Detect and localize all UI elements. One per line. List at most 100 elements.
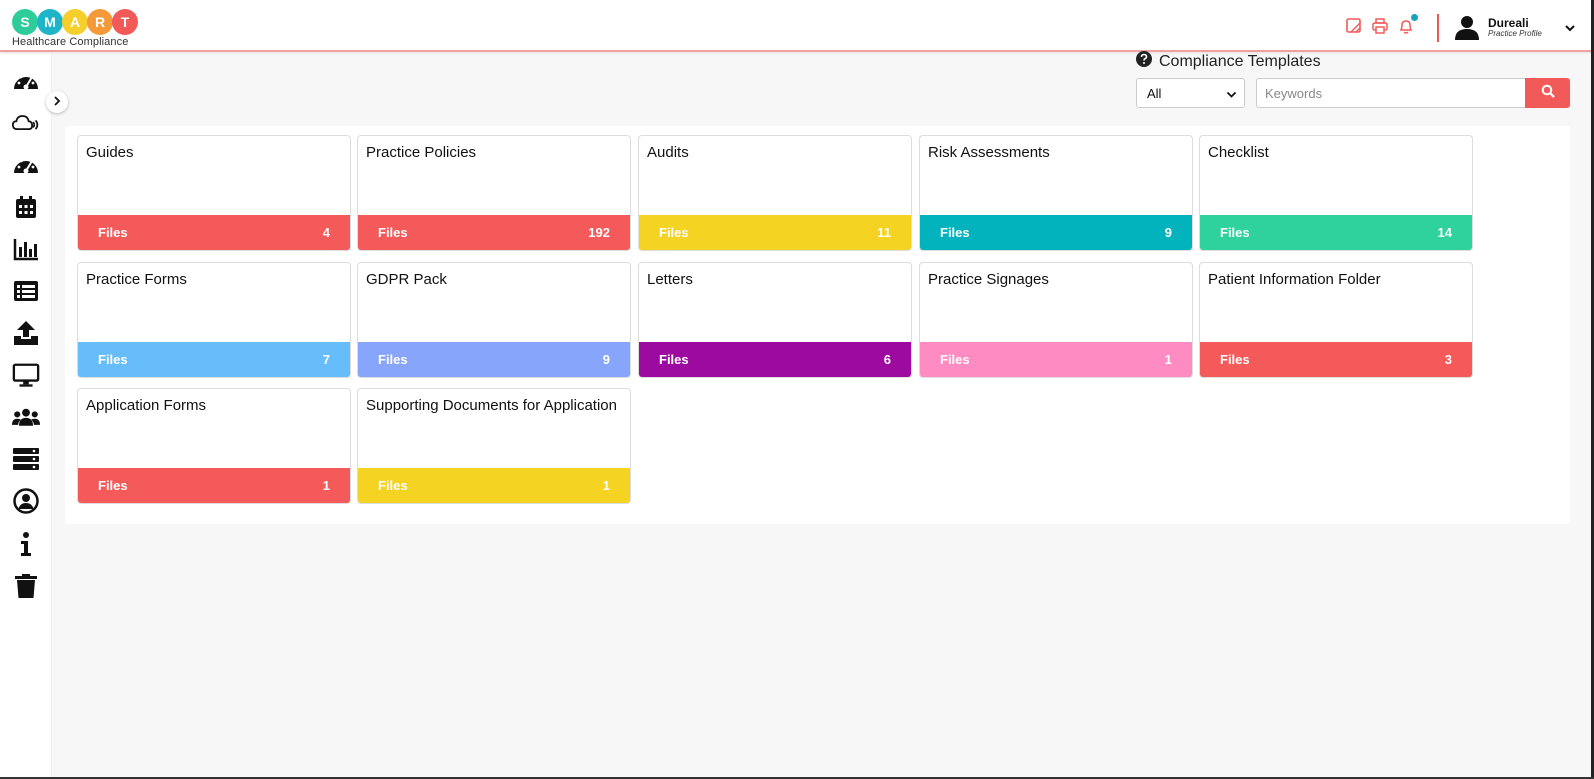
user-circle-icon[interactable] — [12, 487, 40, 515]
files-label: Files — [98, 352, 128, 367]
template-card[interactable]: Application Forms Files 1 — [77, 388, 351, 504]
card-title: Supporting Documents for Application — [366, 397, 617, 414]
logo-subtitle: Healthcare Compliance — [12, 36, 129, 48]
header-divider — [1437, 14, 1439, 42]
logo-letter: R — [87, 9, 113, 35]
note-icon[interactable] — [1345, 17, 1363, 35]
category-filter-select[interactable]: All — [1136, 78, 1245, 108]
card-files-bar[interactable]: Files 9 — [358, 342, 630, 377]
top-header: SMART Healthcare Compliance Dureali Prac… — [0, 0, 1594, 52]
bar-chart-icon[interactable] — [12, 235, 40, 263]
page-title: Compliance Templates — [1136, 51, 1321, 72]
files-label: Files — [378, 352, 408, 367]
card-title: Audits — [647, 144, 689, 161]
notification-dot — [1411, 14, 1418, 21]
info-icon[interactable] — [12, 530, 40, 558]
card-title: Patient Information Folder — [1208, 271, 1381, 288]
card-title: Guides — [86, 144, 134, 161]
user-role: Practice Profile — [1488, 28, 1542, 38]
template-card[interactable]: GDPR Pack Files 9 — [357, 262, 631, 378]
files-label: Files — [940, 225, 970, 240]
template-card[interactable]: Guides Files 4 — [77, 135, 351, 251]
filter-value: All — [1147, 85, 1162, 101]
user-name: Dureali — [1488, 15, 1529, 30]
dashboard-icon[interactable] — [12, 151, 40, 179]
card-title: Practice Policies — [366, 144, 477, 161]
card-files-bar[interactable]: Files 1 — [920, 342, 1192, 377]
template-card[interactable]: Audits Files 11 — [638, 135, 912, 251]
template-card[interactable]: Practice Signages Files 1 — [919, 262, 1193, 378]
card-files-bar[interactable]: Files 9 — [920, 215, 1192, 250]
card-files-bar[interactable]: Files 11 — [639, 215, 911, 250]
files-count: 3 — [1444, 352, 1452, 367]
templates-panel: Guides Files 4 Practice Policies Files 192 Aud… — [65, 126, 1570, 524]
card-files-bar[interactable]: Files 14 — [1200, 215, 1472, 250]
logo-letter: T — [112, 9, 138, 35]
server-icon[interactable] — [12, 445, 40, 473]
files-label: Files — [98, 225, 128, 240]
printer-icon[interactable] — [1371, 17, 1389, 35]
upload-icon[interactable] — [12, 319, 40, 347]
files-label: Files — [659, 225, 689, 240]
user-menu[interactable]: Dureali Practice Profile — [1454, 14, 1576, 40]
sidebar — [0, 54, 52, 779]
card-files-bar[interactable]: Files 7 — [78, 342, 350, 377]
page-title-text: Compliance Templates — [1159, 52, 1321, 70]
search-input[interactable] — [1256, 78, 1526, 108]
files-label: Files — [940, 352, 970, 367]
header-actions — [1345, 14, 1418, 35]
calendar-icon[interactable] — [12, 193, 40, 221]
search-button[interactable] — [1525, 78, 1570, 108]
template-card[interactable]: Practice Forms Files 7 — [77, 262, 351, 378]
files-label: Files — [378, 225, 408, 240]
card-files-bar[interactable]: Files 1 — [78, 468, 350, 503]
template-card[interactable]: Supporting Documents for Application File… — [357, 388, 631, 504]
bell-icon[interactable] — [1397, 14, 1418, 35]
logo-letter: A — [62, 9, 88, 35]
card-files-bar[interactable]: Files 3 — [1200, 342, 1472, 377]
sidebar-toggle-button[interactable] — [46, 91, 68, 113]
files-count: 192 — [588, 225, 610, 240]
card-title: Risk Assessments — [928, 144, 1050, 161]
chevron-down-icon — [1226, 88, 1237, 103]
template-card[interactable]: Checklist Files 14 — [1199, 135, 1473, 251]
monitor-icon[interactable] — [12, 361, 40, 389]
files-label: Files — [1220, 225, 1250, 240]
card-title: Application Forms — [86, 397, 207, 414]
list-icon[interactable] — [12, 277, 40, 305]
files-count: 9 — [1164, 225, 1172, 240]
template-card[interactable]: Risk Assessments Files 9 — [919, 135, 1193, 251]
card-title: Letters — [647, 271, 693, 288]
files-count: 11 — [877, 225, 891, 240]
card-files-bar[interactable]: Files 192 — [358, 215, 630, 250]
files-count: 1 — [602, 478, 610, 493]
avatar — [1454, 14, 1480, 40]
files-count: 14 — [1437, 225, 1452, 240]
template-card[interactable]: Letters Files 6 — [638, 262, 912, 378]
cloud-broadcast-icon[interactable] — [12, 109, 40, 137]
trash-icon[interactable] — [12, 572, 40, 600]
card-files-bar[interactable]: Files 4 — [78, 215, 350, 250]
template-card[interactable]: Practice Policies Files 192 — [357, 135, 631, 251]
template-card[interactable]: Patient Information Folder Files 3 — [1199, 262, 1473, 378]
files-count: 1 — [1164, 352, 1172, 367]
files-label: Files — [1220, 352, 1250, 367]
question-circle-icon[interactable] — [1136, 51, 1152, 72]
users-icon[interactable] — [12, 403, 40, 431]
search-icon — [1541, 84, 1555, 103]
card-title: GDPR Pack — [366, 271, 447, 288]
chevron-down-icon[interactable] — [1564, 21, 1576, 33]
card-files-bar[interactable]: Files 6 — [639, 342, 911, 377]
files-count: 4 — [322, 225, 330, 240]
logo-letter: S — [12, 9, 38, 35]
card-title: Practice Forms — [86, 271, 187, 288]
dashboard-icon[interactable] — [12, 67, 40, 95]
card-title: Practice Signages — [928, 271, 1049, 288]
files-count: 7 — [322, 352, 330, 367]
files-count: 1 — [322, 478, 330, 493]
smart-logo[interactable]: SMART Healthcare Compliance — [12, 9, 152, 49]
files-label: Files — [378, 478, 408, 493]
card-files-bar[interactable]: Files 1 — [358, 468, 630, 503]
logo-letters: SMART — [12, 9, 152, 35]
card-title: Checklist — [1208, 144, 1269, 161]
